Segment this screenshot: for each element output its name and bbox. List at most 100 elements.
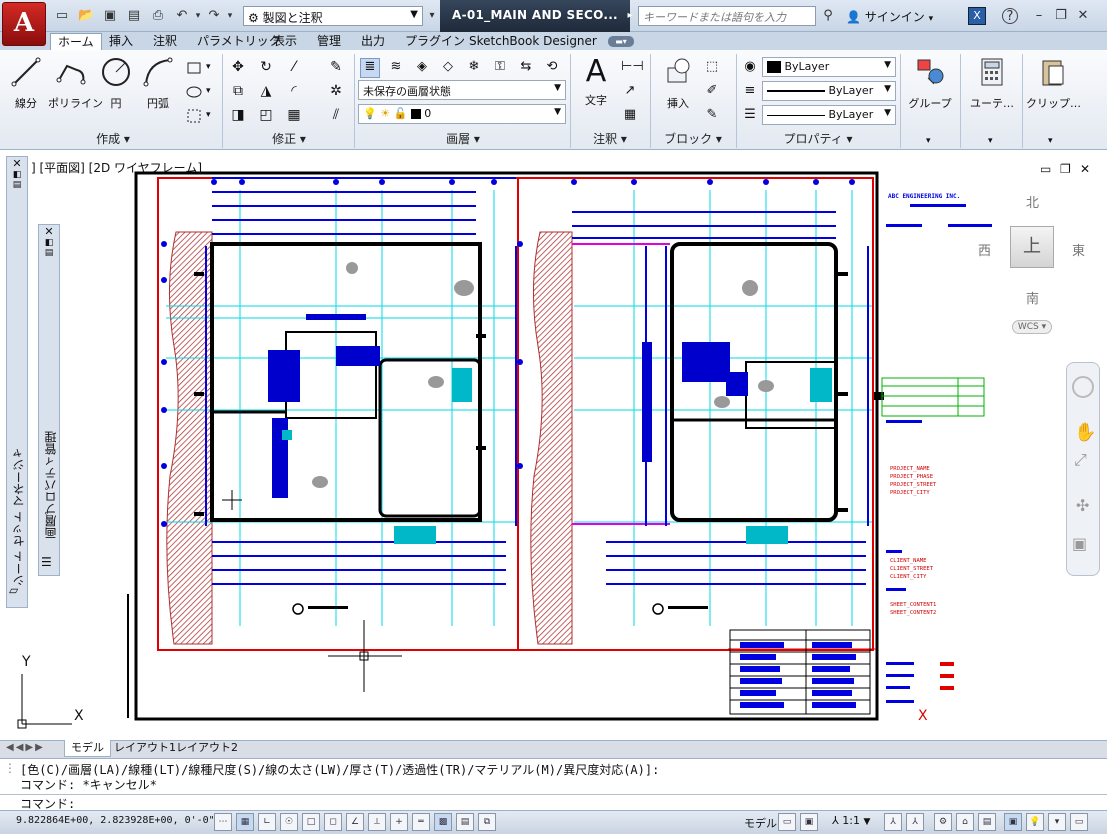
grid-display-icon[interactable]: ▦ <box>236 813 254 831</box>
quick-view-drawings-icon[interactable]: ▣ <box>800 813 818 831</box>
isolate-objects-icon[interactable]: ▣ <box>1004 813 1022 831</box>
color-dropdown[interactable]: ByLayer ▼ <box>762 57 896 77</box>
erase-icon[interactable]: ✎ <box>326 58 346 78</box>
layer-states-icon[interactable]: ≋ <box>386 58 406 78</box>
ribbon-minimize-icon[interactable]: ▬▾ <box>608 36 634 47</box>
open-folder-icon[interactable]: 📂 <box>78 8 94 24</box>
drawing-canvas[interactable]: ABC ENGINEERING INC. PROJECT_NAME PROJEC… <box>6 156 1104 740</box>
3d-osnap-icon[interactable]: ◻ <box>324 813 342 831</box>
tab-model[interactable]: モデル <box>64 740 111 757</box>
layer-dropdown[interactable]: 💡 ☀ 🔓 0 ▼ <box>358 104 566 124</box>
search-input[interactable]: キーワードまたは語句を入力 <box>638 6 816 26</box>
fillet-icon[interactable]: ◜ <box>284 82 304 102</box>
undo-icon[interactable]: ↶ <box>174 8 190 24</box>
status-menu-icon[interactable]: ▾ <box>1048 813 1066 831</box>
boundary-icon[interactable] <box>184 106 204 126</box>
polyline-tool[interactable]: ポリライン <box>48 56 103 111</box>
otrack-icon[interactable]: ∠ <box>346 813 364 831</box>
attribute-icon[interactable]: ✎ <box>702 106 722 126</box>
pan-hand-icon[interactable]: ✋ <box>1074 422 1096 443</box>
compass-west[interactable]: 西 <box>978 240 991 259</box>
tab-insert[interactable]: 挿入 <box>102 33 140 50</box>
hatch-icon[interactable] <box>184 82 204 102</box>
layout-nav-arrows-icon[interactable]: ◀◀▶▶ <box>6 742 45 753</box>
help-icon[interactable]: ? <box>1002 8 1018 24</box>
rotate-icon[interactable]: ↻ <box>256 58 276 78</box>
wcs-dropdown[interactable]: WCS ▾ <box>1012 320 1052 334</box>
compass-north[interactable]: 北 <box>1026 192 1039 211</box>
application-menu-button[interactable]: A <box>2 2 46 46</box>
layer-properties-palette[interactable]: ✕ ◧ ▤ 画層プロパティ管理 ☰ <box>38 224 60 576</box>
panel-draw-title[interactable]: 作成 ▾ <box>4 130 222 148</box>
properties-icon[interactable]: ▤ <box>39 248 59 258</box>
lightbulb-icon[interactable]: 💡 <box>1026 813 1044 831</box>
copy-icon[interactable]: ⧉ <box>228 82 248 102</box>
restore-button[interactable]: ❐ <box>1052 7 1070 25</box>
explode-icon[interactable]: ✲ <box>326 82 346 102</box>
lock-ui-icon[interactable]: ⌂ <box>956 813 974 831</box>
zoom-extents-icon[interactable]: ⤢ <box>1074 450 1087 470</box>
layer-walk-icon[interactable]: ⟲ <box>542 58 562 78</box>
annotation-scale-dropdown[interactable]: ⅄ 1:1 ▼ <box>832 814 870 827</box>
ortho-mode-icon[interactable]: ∟ <box>258 813 276 831</box>
cursor-coordinates[interactable]: 9.822864E+00, 2.823928E+00, 0'-0" <box>16 815 215 826</box>
text-tool[interactable]: A 文字 <box>574 56 618 108</box>
save-icon[interactable]: ▣ <box>102 8 118 24</box>
rectangle-icon[interactable] <box>184 58 204 78</box>
mirror-icon[interactable]: ◮ <box>256 82 276 102</box>
linetype-dropdown[interactable]: ByLayer ▼ <box>762 105 896 125</box>
transparency-icon[interactable]: ▩ <box>434 813 452 831</box>
save-as-icon[interactable]: ▤ <box>126 8 142 24</box>
close-icon[interactable]: ✕ <box>7 157 27 170</box>
create-block-icon[interactable]: ⬚ <box>702 58 722 78</box>
new-file-icon[interactable]: ▭ <box>54 8 70 24</box>
panel-modify-title[interactable]: 修正 ▾ <box>224 130 354 148</box>
group-tool[interactable]: グループ <box>906 56 954 111</box>
orbit-icon[interactable]: ✣ <box>1076 496 1089 515</box>
tab-output[interactable]: 出力 <box>354 33 392 50</box>
tab-layout2[interactable]: レイアウト2 <box>170 740 244 756</box>
layer-off-icon[interactable]: ◈ <box>412 58 432 78</box>
circle-tool[interactable]: 円 <box>94 56 138 111</box>
model-space-button[interactable]: モデル <box>744 815 777 831</box>
arc-tool[interactable]: 円弧 <box>136 56 180 111</box>
match-properties-icon[interactable]: ◉ <box>740 58 760 78</box>
chevron-down-icon[interactable]: ▾ <box>1048 136 1053 146</box>
layer-properties-icon[interactable]: ≣ <box>360 58 380 78</box>
steering-wheel-icon[interactable] <box>1072 376 1094 398</box>
properties-icon[interactable]: ▤ <box>7 180 27 190</box>
panel-annotation-title[interactable]: 注釈 ▾ <box>572 130 648 148</box>
leader-icon[interactable]: ↗ <box>620 82 640 102</box>
snap-mode-icon[interactable]: ⋯ <box>214 813 232 831</box>
signin-button[interactable]: 👤 サインイン ▾ <box>846 8 933 25</box>
compass-south[interactable]: 南 <box>1026 288 1039 307</box>
offset-icon[interactable]: ⫽ <box>326 106 346 126</box>
close-button[interactable]: ✕ <box>1074 7 1092 25</box>
array-icon[interactable]: ▦ <box>284 106 304 126</box>
chevron-down-icon[interactable]: ▾ <box>206 110 211 120</box>
tab-annotate[interactable]: 注釈 <box>146 33 184 50</box>
sheet-set-manager-palette[interactable]: ✕ ◧ ▤ シート セット マネージャ ▱ <box>6 156 28 608</box>
exchange-icon[interactable]: X <box>968 7 986 25</box>
tab-home[interactable]: ホーム <box>50 33 102 50</box>
redo-dropdown-icon[interactable]: ▾ <box>222 8 238 24</box>
stretch-icon[interactable]: ◨ <box>228 106 248 126</box>
compass-east[interactable]: 東 <box>1072 240 1085 259</box>
tab-plugins[interactable]: プラグイン <box>398 33 472 50</box>
quick-view-layouts-icon[interactable]: ▭ <box>778 813 796 831</box>
lineweight-dropdown[interactable]: ByLayer ▼ <box>762 81 896 101</box>
lineweight-toggle-icon[interactable]: ═ <box>412 813 430 831</box>
scale-icon[interactable]: ◰ <box>256 106 276 126</box>
viewport-controls-label[interactable]: ] [平面図] [2D ワイヤフレーム] <box>31 159 202 176</box>
workspace-dropdown[interactable]: ⚙ 製図と注釈 ▼ <box>243 6 423 26</box>
edit-block-icon[interactable]: ✐ <box>702 82 722 102</box>
auto-scale-icon[interactable]: ⅄ <box>906 813 924 831</box>
viewport-restore-icon[interactable]: ❐ <box>1060 162 1071 176</box>
chevron-right-icon[interactable]: ▸ <box>622 8 638 24</box>
annotation-visibility-icon[interactable]: ⅄ <box>884 813 902 831</box>
object-snap-icon[interactable]: □ <box>302 813 320 831</box>
qat-customize-icon[interactable]: ▾ <box>424 8 440 24</box>
panel-layer-title[interactable]: 画層 ▾ <box>356 130 570 148</box>
close-icon[interactable]: ✕ <box>39 225 59 238</box>
chevron-down-icon[interactable]: ▾ <box>206 86 211 96</box>
